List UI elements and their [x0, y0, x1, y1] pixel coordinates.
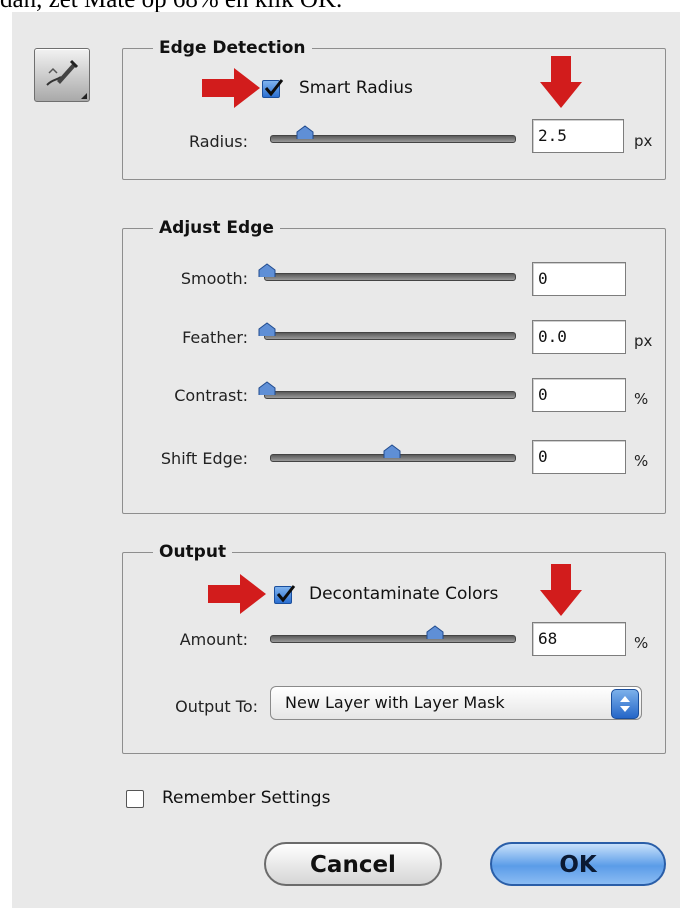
contrast-label: Contrast: — [174, 386, 248, 405]
remember-settings-checkbox[interactable] — [126, 790, 144, 808]
radius-slider-thumb[interactable] — [296, 125, 314, 139]
ok-button[interactable]: OK — [490, 842, 666, 886]
contrast-unit: % — [634, 390, 649, 408]
checkmark-icon — [264, 79, 284, 97]
output-to-select[interactable]: New Layer with Layer Mask — [270, 686, 642, 720]
feather-unit: px — [634, 332, 653, 350]
amount-field[interactable]: 68 — [532, 622, 626, 656]
refine-radius-tool-icon[interactable] — [34, 48, 90, 102]
red-arrow-right-icon — [208, 574, 266, 614]
smart-radius-label: Smart Radius — [299, 78, 413, 98]
feather-label: Feather: — [182, 328, 248, 347]
output-to-label: Output To: — [175, 697, 258, 716]
red-arrow-right-icon — [202, 68, 260, 108]
red-arrow-down-icon — [540, 56, 582, 108]
feather-slider-track[interactable] — [264, 332, 516, 340]
adjust-edge-title: Adjust Edge — [159, 218, 274, 238]
contrast-field[interactable]: 0 — [532, 378, 626, 412]
smooth-slider-thumb[interactable] — [258, 263, 276, 277]
feather-slider-thumb[interactable] — [258, 322, 276, 336]
shift-edge-slider-thumb[interactable] — [383, 444, 401, 458]
select-stepper-icon — [611, 689, 639, 719]
decontaminate-colors-label: Decontaminate Colors — [309, 584, 499, 604]
radius-label: Radius: — [188, 132, 248, 151]
radius-unit: px — [634, 132, 653, 150]
remember-settings-label: Remember Settings — [162, 788, 331, 808]
shift-edge-field[interactable]: 0 — [532, 440, 626, 474]
output-to-selected-value: New Layer with Layer Mask — [285, 693, 505, 712]
checkmark-icon — [276, 585, 296, 603]
decontaminate-colors-checkbox[interactable] — [274, 585, 296, 604]
contrast-slider-track[interactable] — [264, 391, 516, 399]
radius-field[interactable]: 2.5 — [532, 119, 624, 153]
refine-edge-dialog: Edge Detection Smart Radius Radius: 2.5 … — [12, 12, 680, 908]
red-arrow-down-icon — [540, 564, 582, 616]
smooth-field[interactable]: 0 — [532, 262, 626, 296]
shift-edge-unit: % — [634, 452, 649, 470]
smart-radius-checkbox[interactable] — [262, 79, 284, 98]
cancel-button[interactable]: Cancel — [264, 842, 442, 886]
shift-edge-label: Shift Edge: — [160, 449, 248, 468]
contrast-slider-thumb[interactable] — [258, 381, 276, 395]
amount-label: Amount: — [179, 630, 248, 649]
amount-unit: % — [634, 634, 649, 652]
smooth-label: Smooth: — [180, 269, 248, 288]
edge-detection-title: Edge Detection — [159, 38, 306, 58]
output-title: Output — [159, 542, 227, 562]
tool-menu-corner-icon — [81, 93, 87, 99]
amount-slider-track[interactable] — [270, 635, 516, 643]
edge-detection-group: Edge Detection — [122, 38, 666, 180]
smooth-slider-track[interactable] — [264, 273, 516, 281]
amount-slider-thumb[interactable] — [426, 625, 444, 639]
feather-field[interactable]: 0.0 — [532, 320, 626, 354]
